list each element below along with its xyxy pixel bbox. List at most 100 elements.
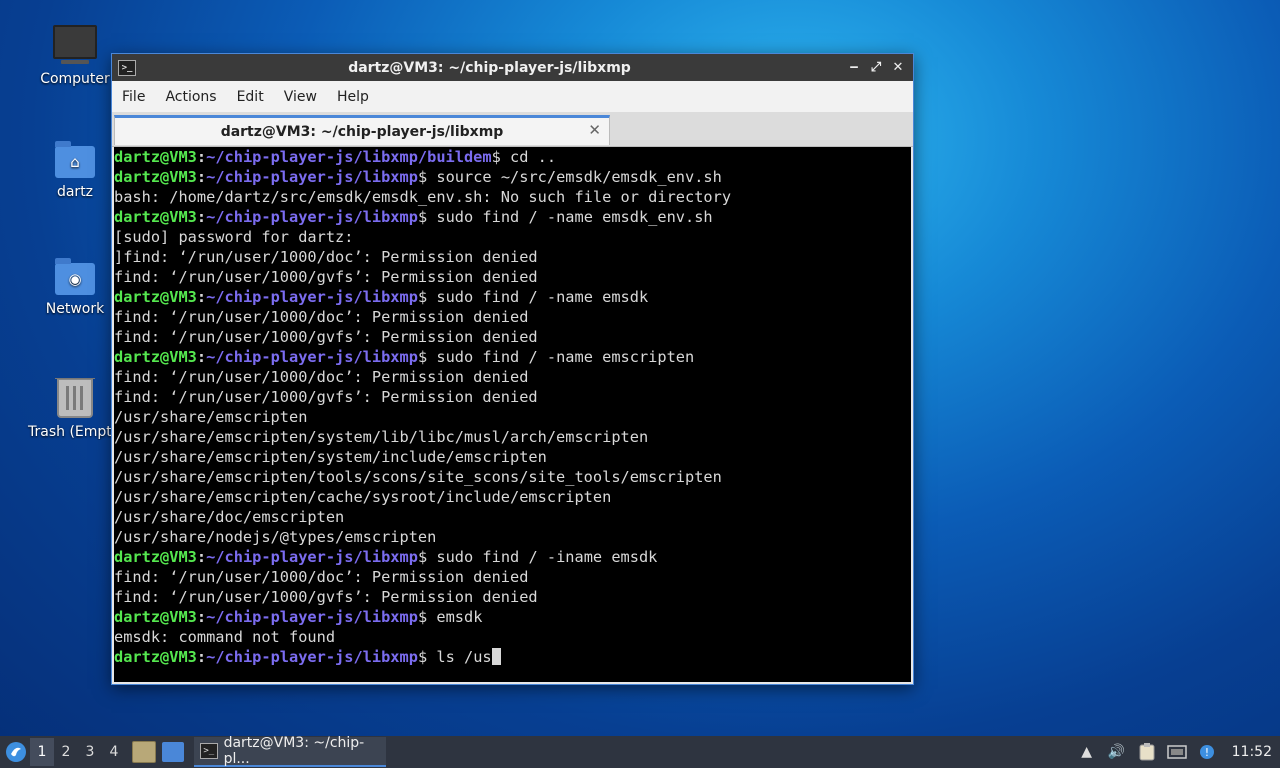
command-text: $ sudo find / -name emsdk_env.sh [417,208,713,226]
prompt-path: ~/chip-player-js/libxmp [206,648,418,666]
tray-arrow-icon[interactable]: ▲ [1075,742,1099,762]
prompt-user: dartz@VM3 [114,648,197,666]
command-text: $ cd .. [491,148,557,166]
window-titlebar[interactable]: >_ dartz@VM3: ~/chip-player-js/libxmp ‒ … [112,54,913,81]
output-text: find: ‘/run/user/1000/gvfs’: Permission … [114,588,538,606]
updates-icon[interactable]: ! [1195,742,1219,762]
minimize-button[interactable]: ‒ [843,60,865,75]
svg-text:!: ! [1204,746,1208,759]
workspace-3[interactable]: 3 [78,744,102,760]
prompt-path: ~/chip-player-js/libxmp [206,548,418,566]
terminal-line: dartz@VM3:~/chip-player-js/libxmp$ emsdk [114,608,483,626]
desktop-icon-network[interactable]: ◉ Network [25,258,125,317]
prompt-path: ~/chip-player-js/libxmp [206,348,418,366]
prompt-path: ~/chip-player-js/libxmp/buildem [206,148,492,166]
command-text: $ sudo find / -name emsdk [417,288,649,306]
workspace-2[interactable]: 2 [54,744,78,760]
prompt-user: dartz@VM3 [114,348,197,366]
task-label: dartz@VM3: ~/chip-pl... [223,735,365,767]
terminal-line: /usr/share/emscripten/system/lib/libc/mu… [114,427,911,447]
terminal-task-icon: >_ [200,743,218,759]
terminal-line: find: ‘/run/user/1000/gvfs’: Permission … [114,267,911,287]
workspace-1[interactable]: 1 [30,738,54,766]
home-folder-icon: ⌂ [55,141,95,178]
output-text: find: ‘/run/user/1000/doc’: Permission d… [114,568,529,586]
output-text: find: ‘/run/user/1000/gvfs’: Permission … [114,268,538,286]
terminal-output[interactable]: dartz@VM3:~/chip-player-js/libxmp/builde… [114,147,911,682]
taskbar-task-terminal[interactable]: >_ dartz@VM3: ~/chip-pl... [194,735,386,767]
output-text: ]find: ‘/run/user/1000/doc’: Permission … [114,248,538,266]
tab-label: dartz@VM3: ~/chip-player-js/libxmp [220,123,504,140]
terminal-window: >_ dartz@VM3: ~/chip-player-js/libxmp ‒ … [111,53,914,685]
tab-terminal[interactable]: dartz@VM3: ~/chip-player-js/libxmp ✕ [114,115,610,145]
output-text: bash: /home/dartz/src/emsdk/emsdk_env.sh… [114,188,732,206]
tab-bar: dartz@VM3: ~/chip-player-js/libxmp ✕ [112,112,913,147]
terminal-line: bash: /home/dartz/src/emsdk/emsdk_env.sh… [114,187,911,207]
output-text: /usr/share/emscripten/cache/sysroot/incl… [114,488,612,506]
terminal-line: ]find: ‘/run/user/1000/doc’: Permission … [114,247,911,267]
text-cursor [491,648,501,665]
volume-icon[interactable]: 🔊 [1105,742,1129,762]
output-text: /usr/share/emscripten/system/include/ems… [114,448,547,466]
command-text: $ sudo find / -iname emsdk [417,548,658,566]
menu-view[interactable]: View [274,89,327,105]
system-tray: ▲ 🔊 ! 11:52 [1072,736,1280,768]
menu-actions[interactable]: Actions [155,89,226,105]
menubar: File Actions Edit View Help [112,81,913,112]
terminal-line: /usr/share/nodejs/@types/emscripten [114,527,911,547]
desktop-icon-label: Computer [40,71,110,87]
output-text: find: ‘/run/user/1000/doc’: Permission d… [114,308,529,326]
command-text: $ ls /us [417,648,492,666]
terminal-line: dartz@VM3:~/chip-player-js/libxmp$ ls /u… [114,647,911,667]
terminal-line: /usr/share/emscripten/cache/sysroot/incl… [114,487,911,507]
output-text: /usr/share/nodejs/@types/emscripten [114,528,437,546]
terminal-line: /usr/share/doc/emscripten [114,507,911,527]
computer-icon [53,25,97,64]
output-text: /usr/share/emscripten [114,408,308,426]
prompt-user: dartz@VM3 [114,148,197,166]
prompt-path: ~/chip-player-js/libxmp [206,208,418,226]
terminal-line: dartz@VM3:~/chip-player-js/libxmp$ sudo … [114,548,658,566]
terminal-line: find: ‘/run/user/1000/gvfs’: Permission … [114,587,911,607]
start-menu-button[interactable] [2,738,30,766]
terminal-line: emsdk: command not found [114,627,911,647]
desktop-icon-computer[interactable]: Computer [25,25,125,87]
maximize-button[interactable]: ⤢ [865,60,887,75]
window-title: dartz@VM3: ~/chip-player-js/libxmp [348,59,631,76]
network-status-icon[interactable] [1165,742,1189,762]
output-text: find: ‘/run/user/1000/doc’: Permission d… [114,368,529,386]
terminal-line: /usr/share/emscripten/system/include/ems… [114,447,911,467]
prompt-user: dartz@VM3 [114,608,197,626]
output-text: find: ‘/run/user/1000/gvfs’: Permission … [114,328,538,346]
prompt-user: dartz@VM3 [114,548,197,566]
terminal-line: dartz@VM3:~/chip-player-js/libxmp$ sudo … [114,288,649,306]
menu-help[interactable]: Help [327,89,379,105]
desktop-icon-label: Network [45,301,105,317]
terminal-line: dartz@VM3:~/chip-player-js/libxmp$ sudo … [114,208,713,226]
network-folder-icon: ◉ [55,258,95,295]
prompt-user: dartz@VM3 [114,208,197,226]
output-text: /usr/share/emscripten/tools/scons/site_s… [114,468,722,486]
workspace-4[interactable]: 4 [102,744,126,760]
menu-file[interactable]: File [112,89,155,105]
terminal-line: find: ‘/run/user/1000/doc’: Permission d… [114,367,911,387]
show-desktop-icon[interactable] [162,742,184,762]
desktop-icon-label: dartz [56,184,94,200]
command-text: $ source ~/src/emsdk/emsdk_env.sh [417,168,722,186]
close-button[interactable]: ✕ [887,60,909,75]
tab-close-icon[interactable]: ✕ [588,121,601,139]
terminal-line: find: ‘/run/user/1000/gvfs’: Permission … [114,387,911,407]
desktop-icon-home[interactable]: ⌂ dartz [25,141,125,200]
command-text: $ sudo find / -name emscripten [417,348,695,366]
menu-edit[interactable]: Edit [227,89,274,105]
output-text: /usr/share/doc/emscripten [114,508,345,526]
start-menu-icon [6,742,26,762]
clipboard-icon[interactable] [1135,742,1159,762]
terminal-line: dartz@VM3:~/chip-player-js/libxmp/builde… [114,148,557,166]
prompt-user: dartz@VM3 [114,288,197,306]
prompt-path: ~/chip-player-js/libxmp [206,608,418,626]
output-text: /usr/share/emscripten/system/lib/libc/mu… [114,428,649,446]
clock[interactable]: 11:52 [1232,744,1272,760]
prompt-path: ~/chip-player-js/libxmp [206,168,418,186]
file-manager-launcher-icon[interactable] [132,741,156,763]
